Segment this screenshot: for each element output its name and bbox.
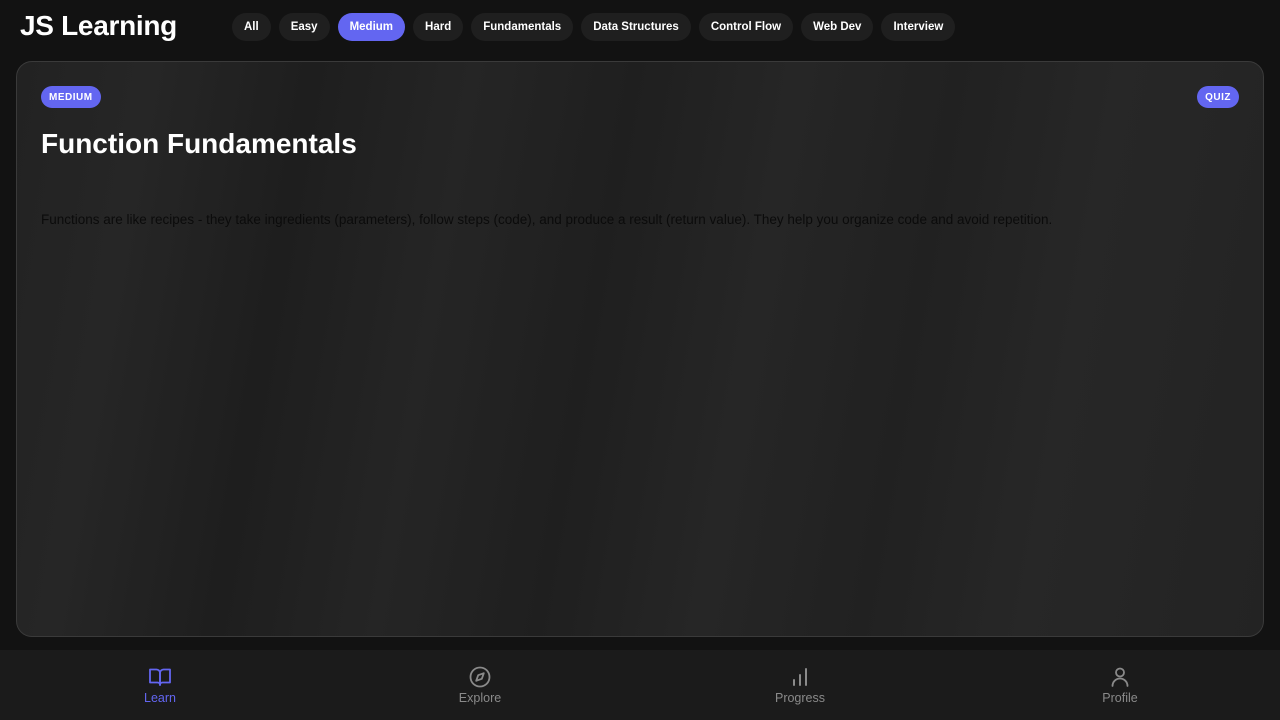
user-icon	[1111, 667, 1129, 687]
nav-label-explore: Explore	[458, 691, 502, 705]
nav-item-learn[interactable]: Learn	[0, 650, 320, 720]
header: JS Learning All Easy Medium Hard Fundame…	[0, 0, 1280, 56]
filter-chip-medium[interactable]: Medium	[337, 13, 406, 41]
lesson-card[interactable]: MEDIUM QUIZ Function Fundamentals Functi…	[16, 61, 1264, 637]
filter-chip-bar: All Easy Medium Hard Fundamentals Data S…	[232, 13, 956, 41]
card-type-badge: QUIZ	[1197, 86, 1239, 108]
filter-chip-web-dev[interactable]: Web Dev	[801, 13, 874, 41]
bar-chart-icon	[793, 668, 807, 686]
filter-chip-all[interactable]: All	[232, 13, 271, 41]
filter-chip-interview[interactable]: Interview	[881, 13, 956, 41]
lesson-description: Functions are like recipes - they take i…	[41, 212, 1053, 227]
nav-item-profile[interactable]: Profile	[960, 650, 1280, 720]
nav-item-explore[interactable]: Explore	[320, 650, 640, 720]
nav-label-learn: Learn	[144, 691, 176, 705]
filter-chip-control-flow[interactable]: Control Flow	[698, 13, 794, 41]
filter-chip-easy[interactable]: Easy	[278, 13, 330, 41]
app-title: JS Learning	[20, 10, 177, 41]
compass-icon	[469, 666, 491, 688]
difficulty-badge: MEDIUM	[41, 86, 101, 108]
filter-chip-fundamentals[interactable]: Fundamentals	[471, 13, 574, 41]
bottom-nav: Learn Explore Progress Profile	[0, 650, 1280, 720]
nav-item-progress[interactable]: Progress	[640, 650, 960, 720]
lesson-title: Function Fundamentals	[41, 128, 357, 159]
filter-chip-hard[interactable]: Hard	[413, 13, 464, 41]
filter-chip-data-structures[interactable]: Data Structures	[581, 13, 691, 41]
book-icon	[149, 668, 171, 686]
app-root: JS Learning All Easy Medium Hard Fundame…	[0, 0, 1280, 720]
nav-label-profile: Profile	[1102, 691, 1138, 705]
nav-label-progress: Progress	[774, 691, 826, 705]
